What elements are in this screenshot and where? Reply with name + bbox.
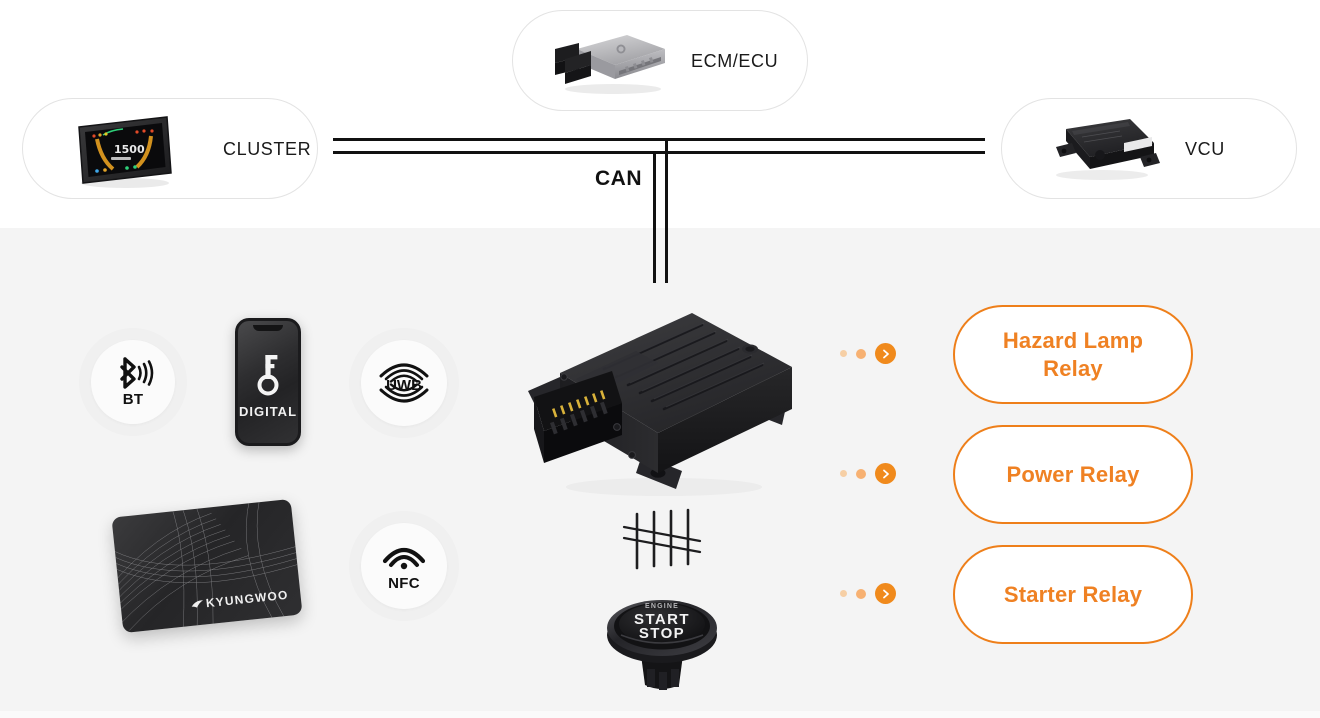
bluetooth-icon: [111, 356, 155, 389]
connector-dot-mid: [856, 348, 866, 359]
can-bus-label: CAN: [595, 167, 642, 190]
connector-dot-faint: [840, 350, 847, 357]
input-nfc-label: NFC: [388, 574, 420, 592]
can-bus-drop-right: [665, 138, 668, 283]
output-starter-relay-label: Starter Relay: [1003, 581, 1143, 607]
output-hazard-lamp-relay-label: Hazard Lamp Relay: [1002, 328, 1144, 381]
output-power-relay-label: Power Relay: [1006, 461, 1140, 487]
wire-harness-icon: [620, 508, 704, 574]
uwb-waves-icon: UWB: [373, 354, 435, 412]
svg-text:STOP: STOP: [639, 625, 685, 642]
diagram-canvas: CAN 1500 CLUSTER ECM/ECU VCU BT DIGITAL …: [0, 0, 1320, 718]
input-digital-key[interactable]: DIGITAL: [235, 318, 301, 446]
nfc-waves-icon: [381, 541, 427, 571]
input-bt-label: BT: [122, 390, 144, 408]
input-bt[interactable]: BT: [79, 328, 187, 436]
svg-text:ENGINE: ENGINE: [645, 603, 679, 610]
input-digital-key-label: DIGITAL: [238, 403, 298, 419]
connector-hazard: [840, 343, 896, 364]
engine-start-stop-button[interactable]: ENGINE START STOP: [603, 573, 721, 695]
key-icon: [253, 352, 283, 398]
smart-key-control-module[interactable]: [524, 305, 798, 505]
node-vcu-label: VCU: [1185, 139, 1225, 159]
can-bus-drop-left: [653, 151, 656, 283]
svg-text:1500: 1500: [114, 143, 145, 156]
input-nfc[interactable]: NFC: [349, 511, 459, 621]
output-hazard-lamp-relay[interactable]: Hazard Lamp Relay: [953, 305, 1193, 404]
connector-starter: [840, 583, 896, 604]
phone-notch: [253, 325, 283, 331]
connector-dot-faint: [840, 590, 847, 597]
connector-dot-mid: [856, 588, 866, 599]
node-cluster-label: CLUSTER: [223, 139, 312, 159]
ecu-module-silver-icon: [543, 27, 673, 97]
node-cluster[interactable]: 1500 CLUSTER: [22, 98, 318, 199]
connector-power: [840, 463, 896, 484]
node-ecm-ecu-label: ECM/ECU: [691, 51, 779, 71]
input-nfc-card[interactable]: KYUNGWOO: [111, 498, 303, 634]
connector-dot-mid: [856, 468, 866, 479]
can-bus-line-lower: [333, 151, 985, 154]
node-ecm-ecu[interactable]: ECM/ECU: [512, 10, 808, 111]
bottom-strip: [0, 711, 1320, 718]
vcu-module-black-icon: [1038, 113, 1166, 185]
svg-text:UWB: UWB: [386, 377, 422, 394]
connector-dot-faint: [840, 470, 847, 477]
connector-arrow-icon: [875, 583, 896, 604]
output-starter-relay[interactable]: Starter Relay: [953, 545, 1193, 644]
connector-arrow-icon: [875, 463, 896, 484]
output-power-relay[interactable]: Power Relay: [953, 425, 1193, 524]
can-bus-line-upper: [333, 138, 985, 141]
node-vcu[interactable]: VCU: [1001, 98, 1297, 199]
instrument-cluster-display-icon: 1500: [67, 111, 177, 189]
connector-arrow-icon: [875, 343, 896, 364]
input-uwb[interactable]: UWB: [349, 328, 459, 438]
